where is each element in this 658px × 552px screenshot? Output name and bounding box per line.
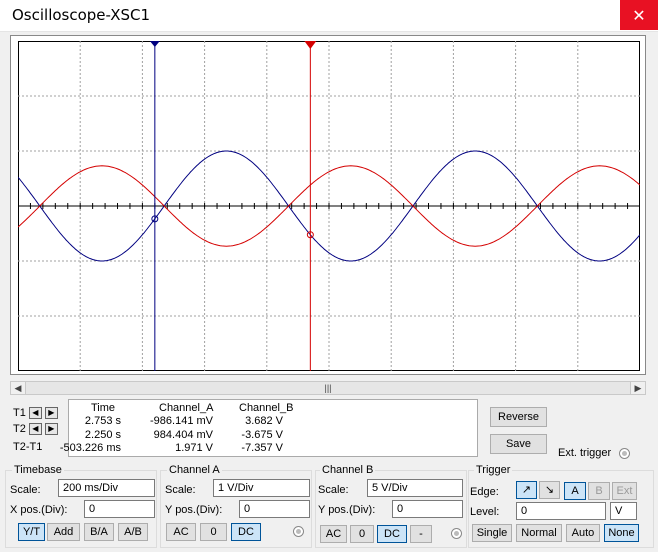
channel-a-ypos-label: Y pos.(Div): <box>165 504 223 516</box>
falling-edge-icon: ↘ <box>544 484 555 496</box>
timebase-scale-label: Scale: <box>10 484 41 496</box>
mode-b-over-a-button[interactable]: B/A <box>84 523 114 541</box>
channel-b-scale-field[interactable]: 5 V/Div <box>367 479 463 497</box>
channel-b-ypos-label: Y pos.(Div): <box>318 504 376 516</box>
scrollbar-thumb[interactable]: ||| <box>25 382 631 394</box>
t2-label: T2 <box>13 423 26 435</box>
t2-time: 2.250 s <box>84 429 121 441</box>
channel-b-minus-button[interactable]: - <box>410 525 432 543</box>
t1-right-button[interactable]: ▶ <box>44 407 58 419</box>
channel-a-ac-button[interactable]: AC <box>166 523 196 541</box>
t2-channel-b: -3.675 V <box>241 429 283 441</box>
diff-row: T2-T1 <box>13 441 42 453</box>
rising-edge-icon: ↗ <box>521 484 532 496</box>
measurement-table: Time Channel_A Channel_B 2.753 s -986.14… <box>60 399 478 457</box>
t1-label: T1 <box>13 407 26 419</box>
x-pos-label: X pos.(Div): <box>10 504 68 516</box>
channel-a-ypos-field[interactable]: 0 <box>239 500 310 518</box>
channel-b-title: Channel B <box>320 464 376 476</box>
channel-b-dc-button[interactable]: DC <box>377 525 407 543</box>
channel-b-ac-button[interactable]: AC <box>320 525 347 543</box>
trigger-auto-button[interactable]: Auto <box>566 524 600 542</box>
trigger-single-button[interactable]: Single <box>472 524 512 542</box>
channel-a-scale-label: Scale: <box>165 484 196 496</box>
ext-trigger-terminal[interactable] <box>619 448 630 459</box>
close-button[interactable]: ✕ <box>620 0 658 30</box>
window-title: Oscilloscope-XSC1 <box>12 6 151 24</box>
cursor-2-row: T2 ◀ ▶ <box>13 423 58 435</box>
t1-channel-b: 3.682 V <box>245 415 283 427</box>
oscilloscope-screen <box>18 41 640 371</box>
trigger-source-b-button[interactable]: B <box>588 482 610 500</box>
channel-a-zero-button[interactable]: 0 <box>200 523 227 541</box>
trigger-level-label: Level: <box>470 506 500 518</box>
channel-b-terminal[interactable] <box>451 528 462 539</box>
timebase-scale-field[interactable]: 200 ms/Div <box>58 479 155 497</box>
diff-time: -503.226 ms <box>59 442 121 454</box>
channel-b-zero-button[interactable]: 0 <box>350 525 374 543</box>
header-channel-a: Channel_A <box>159 402 214 414</box>
trigger-source-a-button[interactable]: A <box>564 482 586 500</box>
mode-yt-button[interactable]: Y/T <box>18 523 45 541</box>
cursor-1-row: T1 ◀ ▶ <box>13 407 58 419</box>
rising-edge-button[interactable]: ↗ <box>516 481 537 499</box>
trigger-normal-button[interactable]: Normal <box>516 524 562 542</box>
channel-b-scale-label: Scale: <box>318 484 349 496</box>
channel-a-terminal[interactable] <box>293 526 304 537</box>
diff-channel-b: -7.357 V <box>241 442 283 454</box>
reverse-button[interactable]: Reverse <box>490 407 547 427</box>
x-pos-field[interactable]: 0 <box>84 500 155 518</box>
t1-left-button[interactable]: ◀ <box>28 407 42 419</box>
mode-a-over-b-button[interactable]: A/B <box>118 523 148 541</box>
trigger-title: Trigger <box>474 464 513 476</box>
t2-channel-a: 984.404 mV <box>153 429 213 441</box>
channel-a-scale-field[interactable]: 1 V/Div <box>213 479 310 497</box>
mode-add-button[interactable]: Add <box>47 523 80 541</box>
save-button[interactable]: Save <box>490 434 547 454</box>
trigger-level-unit[interactable]: V <box>610 502 637 520</box>
ext-trigger-label: Ext. trigger <box>558 447 612 459</box>
horizontal-scrollbar[interactable]: ◀ ||| ▶ <box>10 381 646 395</box>
header-time: Time <box>91 402 116 414</box>
trigger-source-ext-button[interactable]: Ext <box>612 482 637 500</box>
channel-a-dc-button[interactable]: DC <box>231 523 261 541</box>
t1-time: 2.753 s <box>84 415 121 427</box>
t1-channel-a: -986.141 mV <box>150 415 213 427</box>
falling-edge-button[interactable]: ↘ <box>539 481 560 499</box>
trigger-edge-label: Edge: <box>470 486 499 498</box>
title-bar: Oscilloscope-XSC1 ✕ <box>0 0 658 32</box>
t2-t1-label: T2-T1 <box>13 441 43 453</box>
t2-left-button[interactable]: ◀ <box>28 423 42 435</box>
channel-a-title: Channel A <box>167 464 222 476</box>
t2-right-button[interactable]: ▶ <box>44 423 58 435</box>
timebase-title: Timebase <box>12 464 64 476</box>
trigger-none-button[interactable]: None <box>604 524 639 542</box>
close-icon: ✕ <box>632 5 646 25</box>
trigger-level-field[interactable]: 0 <box>516 502 606 520</box>
scroll-left-icon[interactable]: ◀ <box>11 382 25 394</box>
diff-channel-a: 1.971 V <box>175 442 213 454</box>
header-channel-b: Channel_B <box>239 402 294 414</box>
channel-b-ypos-field[interactable]: 0 <box>392 500 463 518</box>
scroll-right-icon[interactable]: ▶ <box>631 382 645 394</box>
